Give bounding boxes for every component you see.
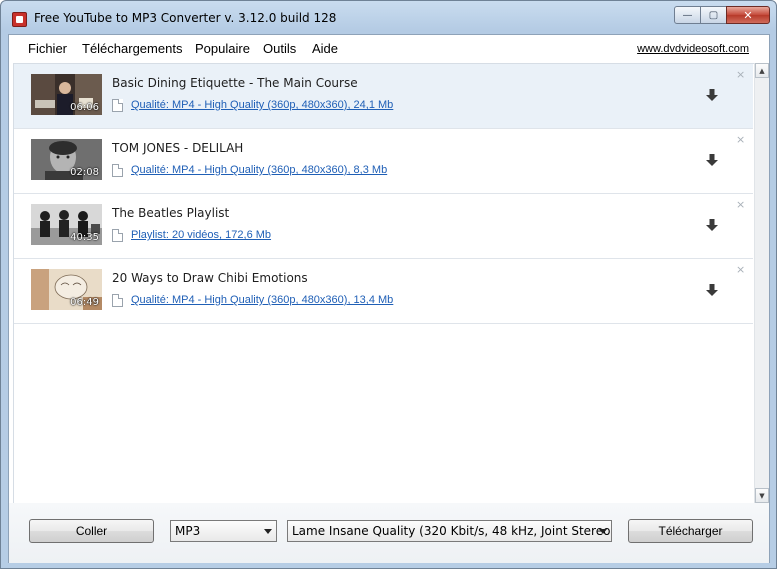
video-row[interactable]: 06:06 Basic Dining Etiquette - The Main …	[14, 64, 753, 129]
chevron-down-icon	[264, 529, 272, 534]
format-select-value: MP3	[175, 524, 201, 538]
window-controls: — ▢ ✕	[674, 6, 770, 24]
website-link[interactable]: www.dvdvideosoft.com	[637, 43, 749, 55]
video-list: 06:06 Basic Dining Etiquette - The Main …	[13, 63, 755, 505]
video-title: Basic Dining Etiquette - The Main Course	[112, 76, 358, 90]
document-icon	[112, 164, 123, 177]
video-duration: 06:49	[70, 297, 99, 308]
video-duration: 40:35	[70, 232, 99, 243]
video-duration: 02:08	[70, 167, 99, 178]
video-row[interactable]: 06:49 20 Ways to Draw Chibi Emotions Qua…	[14, 259, 753, 324]
window-title: Free YouTube to MP3 Converter v. 3.12.0 …	[34, 11, 337, 25]
remove-icon[interactable]: ×	[736, 134, 745, 145]
quality-link[interactable]: Qualité: MP4 - High Quality (360p, 480x3…	[131, 164, 387, 176]
video-duration: 06:06	[70, 102, 99, 113]
app-window: Free YouTube to MP3 Converter v. 3.12.0 …	[0, 0, 777, 569]
download-button[interactable]: Télécharger	[628, 519, 753, 543]
scroll-up-icon[interactable]: ▲	[755, 63, 769, 78]
chevron-down-icon	[599, 529, 607, 534]
close-button[interactable]: ✕	[726, 6, 770, 24]
video-title: The Beatles Playlist	[112, 206, 230, 220]
download-arrow-icon[interactable]	[706, 218, 718, 232]
menu-bar: Fichier Téléchargements Populaire Outils…	[9, 35, 769, 61]
quality-select-value: Lame Insane Quality (320 Kbit/s, 48 kHz,…	[292, 524, 612, 538]
video-row[interactable]: 02:08 TOM JONES - DELILAH Qualité: MP4 -…	[14, 129, 753, 194]
video-thumbnail: 40:35	[31, 204, 102, 245]
menu-telechargements[interactable]: Téléchargements	[82, 41, 182, 56]
remove-icon[interactable]: ×	[736, 264, 745, 275]
minimize-button[interactable]: —	[674, 6, 701, 24]
menu-populaire[interactable]: Populaire	[195, 41, 250, 56]
video-thumbnail: 06:06	[31, 74, 102, 115]
client-area: Fichier Téléchargements Populaire Outils…	[8, 34, 770, 563]
menu-fichier[interactable]: Fichier	[28, 41, 67, 56]
menu-aide[interactable]: Aide	[312, 41, 338, 56]
remove-icon[interactable]: ×	[736, 69, 745, 80]
download-arrow-icon[interactable]	[706, 283, 718, 297]
remove-icon[interactable]: ×	[736, 199, 745, 210]
quality-link[interactable]: Qualité: MP4 - High Quality (360p, 480x3…	[131, 99, 393, 111]
document-icon	[112, 294, 123, 307]
video-row[interactable]: 40:35 The Beatles Playlist Playlist: 20 …	[14, 194, 753, 259]
video-thumbnail: 06:49	[31, 269, 102, 310]
app-logo-icon	[12, 12, 27, 27]
video-title: TOM JONES - DELILAH	[112, 141, 244, 155]
menu-outils[interactable]: Outils	[263, 41, 296, 56]
format-select[interactable]: MP3	[170, 520, 277, 542]
video-thumbnail: 02:08	[31, 139, 102, 180]
quality-select[interactable]: Lame Insane Quality (320 Kbit/s, 48 kHz,…	[287, 520, 612, 542]
document-icon	[112, 99, 123, 112]
download-arrow-icon[interactable]	[706, 88, 718, 102]
video-title: 20 Ways to Draw Chibi Emotions	[112, 271, 308, 285]
quality-link[interactable]: Qualité: MP4 - High Quality (360p, 480x3…	[131, 294, 393, 306]
vertical-scrollbar[interactable]: ▲ ▼	[754, 63, 769, 503]
scroll-down-icon[interactable]: ▼	[755, 488, 769, 503]
title-bar[interactable]: Free YouTube to MP3 Converter v. 3.12.0 …	[1, 1, 776, 35]
quality-link[interactable]: Playlist: 20 vidéos, 172,6 Mb	[131, 229, 271, 241]
maximize-button[interactable]: ▢	[700, 6, 727, 24]
document-icon	[112, 229, 123, 242]
paste-button[interactable]: Coller	[29, 519, 154, 543]
bottom-toolbar: Coller MP3 Lame Insane Quality (320 Kbit…	[9, 503, 769, 563]
download-arrow-icon[interactable]	[706, 153, 718, 167]
